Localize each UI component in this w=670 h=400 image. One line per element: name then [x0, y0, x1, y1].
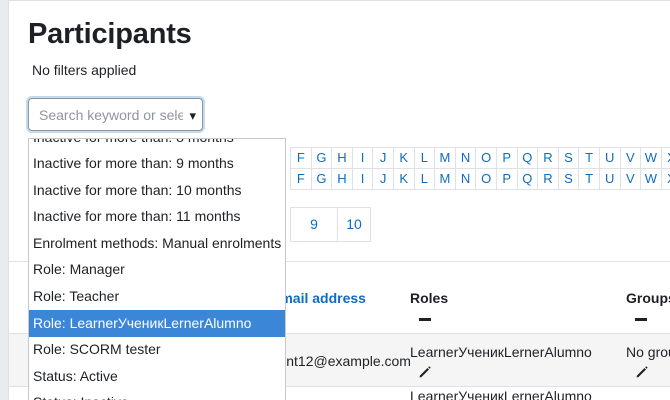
filter-option[interactable]: Status: Active — [29, 363, 285, 390]
pagination: 9 10 — [290, 207, 371, 242]
filter-option[interactable]: Enrolment methods: Manual enrolments — [29, 230, 285, 257]
initial-letter[interactable]: V — [619, 147, 642, 169]
participants-panel: Participants No filters applied F G H I … — [8, 0, 670, 400]
initial-letter[interactable]: J — [372, 147, 394, 169]
filter-option[interactable]: Inactive for more than: 10 months — [29, 177, 285, 204]
page-link[interactable]: 10 — [337, 207, 371, 242]
filter-options-list: Inactive for more than: 8 months Inactiv… — [28, 138, 286, 400]
filter-option-selected[interactable]: Role: LearnerУченикLernerAlumno — [29, 310, 285, 337]
initial-letter[interactable]: O — [475, 147, 497, 169]
roles-column-header: Roles — [410, 290, 449, 306]
search-placeholder: Search keyword or sele — [39, 107, 183, 123]
role-cell: LearnerУченикLernerAlumno — [410, 388, 592, 400]
initial-letter[interactable]: X — [660, 168, 670, 190]
filters-status: No filters applied — [32, 62, 137, 78]
last-name-initials-bar: F G H I J K L M N O P Q R S T U V W X — [290, 168, 670, 190]
initial-letter[interactable]: F — [290, 147, 312, 169]
initial-letter[interactable]: P — [495, 168, 518, 190]
first-name-initials-bar: F G H I J K L M N O P Q R S T U V W X — [290, 147, 670, 169]
initial-letter[interactable]: S — [557, 147, 580, 169]
initial-letter[interactable]: T — [578, 147, 600, 169]
filter-search-combobox[interactable]: Search keyword or sele ▾ — [28, 98, 203, 131]
initial-letter[interactable]: R — [537, 147, 559, 169]
initial-letter[interactable]: W — [640, 147, 662, 169]
initial-letter[interactable]: K — [392, 168, 415, 190]
initial-letter[interactable]: X — [660, 147, 670, 169]
filter-option[interactable]: Status: Inactive — [29, 389, 285, 400]
initial-letter[interactable]: I — [351, 168, 374, 190]
initial-letter[interactable]: T — [578, 168, 600, 190]
groups-cell: No groups — [626, 344, 670, 360]
initial-letter[interactable]: N — [454, 168, 477, 190]
initial-letter[interactable]: H — [331, 147, 353, 169]
collapse-roles-icon[interactable] — [419, 318, 431, 321]
initial-letter[interactable]: G — [310, 147, 333, 169]
initial-letter[interactable]: L — [413, 168, 436, 190]
initial-letter[interactable]: W — [640, 168, 662, 190]
filter-option[interactable]: Inactive for more than: 8 months — [29, 139, 285, 151]
initial-letter[interactable]: U — [598, 147, 621, 169]
initial-letter[interactable]: O — [475, 168, 497, 190]
filter-option[interactable]: Role: Teacher — [29, 283, 285, 310]
initial-letter[interactable]: S — [557, 168, 580, 190]
initial-letter[interactable]: R — [537, 168, 559, 190]
initial-letter[interactable]: I — [351, 147, 374, 169]
initial-letter[interactable]: P — [495, 147, 518, 169]
initial-letter[interactable]: M — [434, 147, 456, 169]
page-link[interactable]: 9 — [290, 207, 338, 242]
filter-option[interactable]: Inactive for more than: 9 months — [29, 150, 285, 177]
initial-letter[interactable]: K — [392, 147, 415, 169]
initial-letter[interactable]: Q — [516, 147, 539, 169]
edit-roles-pencil-icon[interactable] — [418, 365, 432, 379]
initial-letter[interactable]: G — [310, 168, 333, 190]
initial-letter[interactable]: V — [619, 168, 642, 190]
page-title: Participants — [28, 18, 192, 50]
initial-letter[interactable]: U — [598, 168, 621, 190]
filter-option[interactable]: Role: SCORM tester — [29, 336, 285, 363]
initial-letter[interactable]: H — [331, 168, 353, 190]
edit-groups-pencil-icon[interactable] — [635, 365, 649, 379]
initial-letter[interactable]: J — [372, 168, 394, 190]
initial-letter[interactable]: N — [454, 147, 477, 169]
collapse-groups-icon[interactable] — [635, 318, 647, 321]
initial-letter[interactable]: F — [290, 168, 312, 190]
role-cell: LearnerУченикLernerAlumno — [410, 344, 592, 360]
initial-letter[interactable]: M — [434, 168, 456, 190]
initial-letter[interactable]: Q — [516, 168, 539, 190]
initial-letter[interactable]: L — [413, 147, 436, 169]
chevron-down-icon[interactable]: ▾ — [189, 108, 196, 124]
groups-column-header: Groups — [626, 290, 670, 306]
filter-option[interactable]: Inactive for more than: 11 months — [29, 203, 285, 230]
filter-option[interactable]: Role: Manager — [29, 256, 285, 283]
